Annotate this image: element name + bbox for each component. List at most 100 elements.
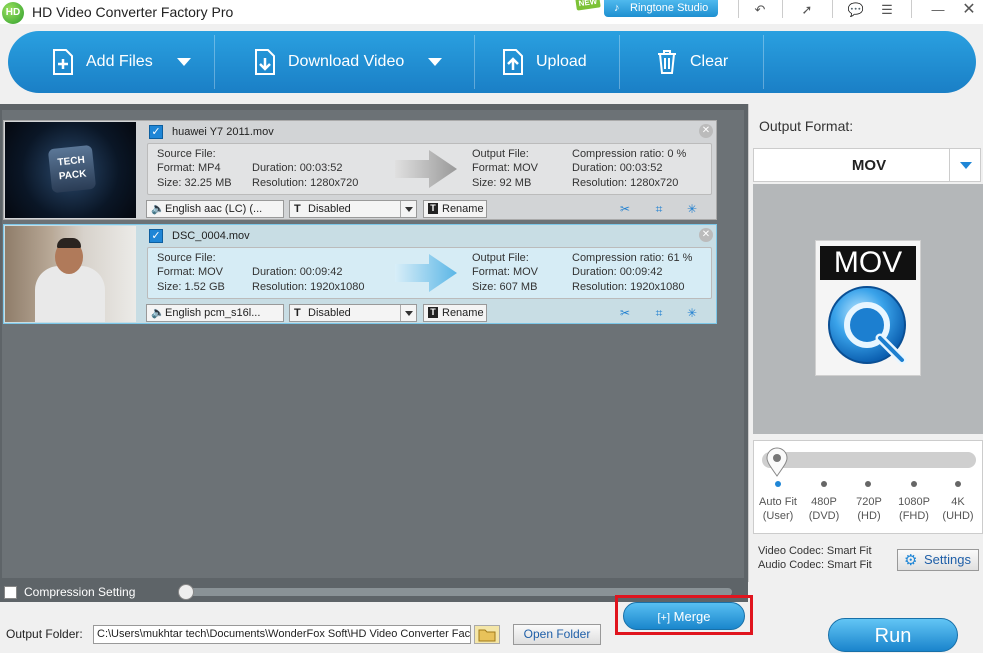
crop-icon[interactable]: ⌗: [651, 305, 667, 321]
subtitle-select[interactable]: T Disabled: [289, 200, 417, 218]
add-files-label: Add Files: [86, 53, 153, 70]
merge-label: Merge: [673, 609, 711, 624]
effects-icon[interactable]: ✳: [684, 305, 700, 321]
compression-checkbox[interactable]: [4, 586, 17, 599]
file-info-panel: Source File: Format: MP4 Duration: 00:03…: [147, 143, 712, 195]
output-file-label: Output File:: [472, 148, 529, 160]
ringtone-studio-label: Ringtone Studio: [630, 2, 709, 14]
source-size: Size: 32.25 MB: [157, 177, 232, 189]
subtitle-value: Disabled: [308, 203, 351, 215]
remove-file-icon[interactable]: ✕: [699, 124, 713, 138]
rename-label: Rename: [442, 203, 484, 215]
rename-icon: T: [428, 203, 438, 214]
settings-button[interactable]: ⚙ Settings: [897, 549, 979, 571]
quality-slider-track[interactable]: [762, 452, 976, 468]
output-format: Format: MOV: [472, 266, 539, 278]
quality-option-name: 1080P: [898, 496, 930, 508]
minimize-icon[interactable]: —: [929, 2, 947, 18]
chevron-down-icon[interactable]: [949, 148, 981, 182]
scissors-icon[interactable]: ✂: [617, 201, 633, 217]
toolbar-divider: [782, 0, 783, 18]
audio-track-value: English pcm_s16l...: [165, 307, 261, 319]
quality-dot[interactable]: [865, 481, 871, 487]
menu-list-icon[interactable]: ☰: [878, 2, 896, 18]
merge-button[interactable]: [+] Merge: [623, 602, 745, 630]
quality-dot[interactable]: [821, 481, 827, 487]
quality-slider-handle[interactable]: [765, 447, 789, 477]
chat-icon[interactable]: 💬: [847, 2, 865, 18]
rename-button[interactable]: T Rename: [423, 200, 487, 218]
remove-file-icon[interactable]: ✕: [699, 228, 713, 242]
ringtone-studio-button[interactable]: ♪ Ringtone Studio: [604, 0, 718, 17]
speaker-icon: 🔈: [151, 307, 165, 319]
upload-label: Upload: [536, 53, 587, 70]
browse-folder-button[interactable]: [474, 625, 500, 644]
quality-dot[interactable]: [775, 481, 781, 487]
tech-pack-logo: TECH PACK: [47, 144, 97, 194]
quality-dot[interactable]: [911, 481, 917, 487]
quality-dot[interactable]: [955, 481, 961, 487]
open-folder-button[interactable]: Open Folder: [513, 624, 601, 645]
quality-option-480p[interactable]: 480P (DVD): [800, 495, 848, 523]
add-file-icon: [50, 48, 76, 76]
download-video-button[interactable]: Download Video: [252, 31, 443, 93]
source-duration: Duration: 00:03:52: [252, 162, 343, 174]
gear-icon: ⚙: [904, 552, 918, 569]
output-folder-label: Output Folder:: [6, 627, 83, 641]
scissors-icon[interactable]: ✂: [617, 305, 633, 321]
crop-icon[interactable]: ⌗: [651, 201, 667, 217]
quality-option-720p[interactable]: 720P (HD): [845, 495, 893, 523]
file-item[interactable]: TECH PACK ✓ huawei Y7 2011.mov ✕ Source F…: [3, 120, 717, 220]
file-checkbox[interactable]: ✓: [149, 229, 163, 243]
output-size: Size: 92 MB: [472, 177, 532, 189]
quality-option-4k[interactable]: 4K (UHD): [934, 495, 982, 523]
quality-option-name: 4K: [951, 496, 965, 508]
audio-track-select[interactable]: 🔈 English aac (LC) (...: [146, 200, 284, 218]
bell-icon: ♪: [614, 2, 620, 14]
compression-label: Compression Setting: [24, 585, 136, 599]
toolbar-divider: [832, 0, 833, 18]
output-file-label: Output File:: [472, 252, 529, 264]
person-shirt: [35, 266, 105, 322]
run-button[interactable]: Run: [828, 618, 958, 652]
file-item[interactable]: ✓ DSC_0004.mov ✕ Source File: Format: MO…: [3, 224, 717, 324]
download-icon: [252, 48, 278, 76]
quicktime-icon: [826, 284, 912, 370]
trash-icon: [654, 48, 680, 76]
quality-option-1080p[interactable]: 1080P (FHD): [890, 495, 938, 523]
output-duration: Duration: 00:03:52: [572, 162, 663, 174]
compression-slider-handle[interactable]: [178, 584, 194, 600]
rename-button[interactable]: T Rename: [423, 304, 487, 322]
clear-button[interactable]: Clear: [654, 31, 728, 93]
app-logo: HD: [2, 2, 24, 24]
quality-option-detail: (FHD): [899, 510, 929, 522]
add-files-dropdown-icon[interactable]: [176, 58, 191, 66]
subtitle-select[interactable]: T Disabled: [289, 304, 417, 322]
speaker-icon: 🔈: [151, 203, 165, 215]
toolbar-divider: [474, 35, 475, 89]
quality-option-detail: (User): [762, 510, 794, 522]
download-dropdown-icon[interactable]: [428, 58, 443, 66]
file-info-panel: Source File: Format: MOV Duration: 00:09…: [147, 247, 712, 299]
add-files-button[interactable]: Add Files: [50, 31, 191, 93]
file-name: DSC_0004.mov: [172, 230, 250, 242]
undo-icon[interactable]: ↶: [751, 2, 769, 18]
subtitle-icon: T: [294, 203, 301, 215]
compression-ratio: Compression ratio: 0 %: [572, 148, 687, 160]
file-checkbox[interactable]: ✓: [149, 125, 163, 139]
merge-icon: [+]: [657, 612, 671, 624]
audio-track-select[interactable]: 🔈 English pcm_s16l...: [146, 304, 284, 322]
source-file-label: Source File:: [157, 148, 216, 160]
upload-button[interactable]: Upload: [500, 31, 587, 93]
subtitle-icon: T: [294, 307, 301, 319]
quality-option-detail: (DVD): [808, 510, 840, 522]
redo-icon[interactable]: ➚: [798, 2, 816, 18]
effects-icon[interactable]: ✳: [684, 201, 700, 217]
chevron-down-icon: [400, 305, 416, 321]
source-resolution: Resolution: 1920x1080: [252, 281, 365, 293]
output-resolution: Resolution: 1280x720: [572, 177, 679, 189]
quality-option-auto[interactable]: Auto Fit (User): [754, 495, 802, 523]
close-icon[interactable]: ✕: [960, 2, 978, 18]
source-format: Format: MP4: [157, 162, 221, 174]
output-folder-input[interactable]: C:\Users\mukhtar tech\Documents\WonderFo…: [93, 625, 471, 644]
